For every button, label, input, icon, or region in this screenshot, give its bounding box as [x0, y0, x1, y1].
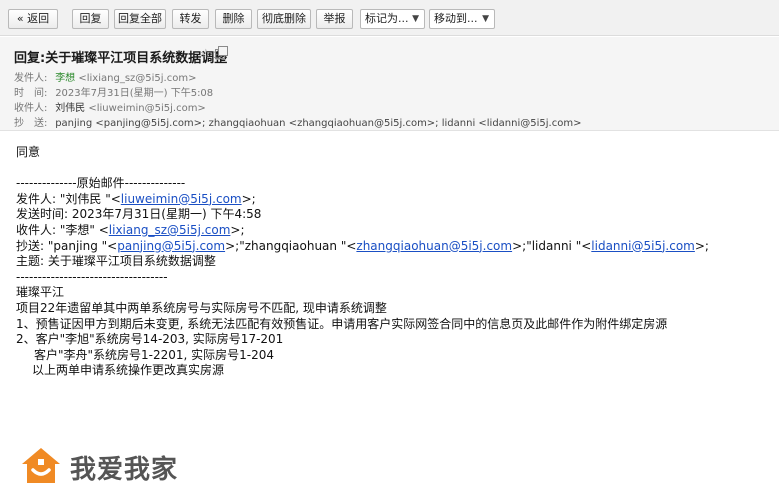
original-separator-bottom: -----------------------------------: [16, 269, 168, 284]
mail-body: 同意 --------------原始邮件-------------- 发件人:…: [16, 145, 766, 379]
open-in-new-window-icon[interactable]: [215, 46, 228, 59]
original-subject-line: 主题: 关于璀璨平江项目系统数据调整: [16, 254, 216, 269]
original-sent-time: 发送时间: 2023年7月31日(星期一) 下午4:58: [16, 207, 262, 222]
recipient-email: <liuweimin@5i5j.com>: [88, 103, 206, 114]
to-row: 收件人: 刘伟民 <liuweimin@5i5j.com>: [14, 99, 206, 114]
reply-button[interactable]: 回复: [72, 9, 109, 29]
reply-all-button[interactable]: 回复全部: [114, 9, 166, 29]
mail-toolbar: « 返回 回复 回复全部 转发 删除 彻底删除 举报 标记为... ▼ 移动到.…: [0, 0, 779, 36]
mail-subject: 回复:关于璀璨平江项目系统数据调整: [14, 51, 228, 66]
sender-email: <lixiang_sz@5i5j.com>: [78, 73, 197, 84]
forward-button[interactable]: 转发: [172, 9, 209, 29]
mail-header: 回复:关于璀璨平江项目系统数据调整 ☆ 发件人: 李想 <lixiang_sz@…: [0, 37, 779, 131]
permanent-delete-button[interactable]: 彻底删除: [257, 9, 311, 29]
original-from-line: 发件人: "刘伟民 "<liuweimin@5i5j.com>;: [16, 191, 256, 206]
cc-label: 抄 送:: [14, 118, 48, 129]
chevron-down-icon: ▼: [482, 14, 489, 24]
star-icon[interactable]: ☆: [200, 47, 212, 62]
reply-text: 同意: [16, 145, 41, 159]
delete-button[interactable]: 删除: [215, 9, 252, 29]
to-label: 收件人:: [14, 103, 48, 114]
original-separator-top: --------------原始邮件--------------: [16, 176, 186, 191]
cc-email-link-2[interactable]: zhangqiaohuan@5i5j.com: [356, 239, 512, 253]
cc-value: panjing <panjing@5i5j.com>; zhangqiaohua…: [55, 118, 582, 129]
closing-text: 以上两单申请系统操作更改真实房源: [32, 363, 225, 378]
cc-row: 抄 送: panjing <panjing@5i5j.com>; zhangqi…: [14, 114, 581, 129]
project-name: 璀璨平江: [16, 285, 65, 300]
cc-email-link-1[interactable]: panjing@5i5j.com: [117, 239, 225, 253]
back-button[interactable]: « 返回: [8, 9, 58, 29]
original-cc-line: 抄送: "panjing "<panjing@5i5j.com>;"zhangq…: [16, 238, 709, 253]
report-button[interactable]: 举报: [316, 9, 353, 29]
chevron-down-icon: ▼: [412, 14, 419, 24]
item-2b-text: 客户"李舟"系统房号1-2201, 实际房号1-204: [34, 347, 275, 362]
cc-email-link-3[interactable]: lidanni@5i5j.com: [591, 239, 695, 253]
time-value: 2023年7月31日(星期一) 下午5:08: [55, 88, 214, 99]
original-to-line: 收件人: "李想" <lixiang_sz@5i5j.com>;: [16, 222, 245, 237]
intro-text: 项目22年遗留单其中两单系统房号与实际房号不匹配, 现申请系统调整: [16, 300, 387, 315]
watermark-text: 我爱我家: [70, 455, 179, 485]
house-logo-icon: [22, 448, 60, 483]
mark-as-label: 标记为...: [365, 12, 409, 25]
from-label: 发件人:: [14, 73, 48, 84]
to-email-link[interactable]: lixiang_sz@5i5j.com: [109, 223, 231, 237]
mark-as-dropdown[interactable]: 标记为... ▼: [360, 9, 425, 29]
from-row: 发件人: 李想 <lixiang_sz@5i5j.com>: [14, 69, 196, 84]
recipient-name[interactable]: 刘伟民: [55, 103, 85, 114]
item-2-text: 2、客户"李旭"系统房号14-203, 实际房号17-201: [16, 332, 284, 347]
item-1-text: 1、预售证因甲方到期后未变更, 系统无法匹配有效预售证。申请用客户实际网签合同中…: [16, 316, 668, 331]
move-to-label: 移动到...: [434, 12, 478, 25]
time-row: 时 间: 2023年7月31日(星期一) 下午5:08: [14, 84, 213, 99]
time-label: 时 间:: [14, 88, 48, 99]
from-email-link[interactable]: liuweimin@5i5j.com: [121, 192, 242, 206]
move-to-dropdown[interactable]: 移动到... ▼: [429, 9, 495, 29]
sender-name[interactable]: 李想: [55, 73, 75, 84]
